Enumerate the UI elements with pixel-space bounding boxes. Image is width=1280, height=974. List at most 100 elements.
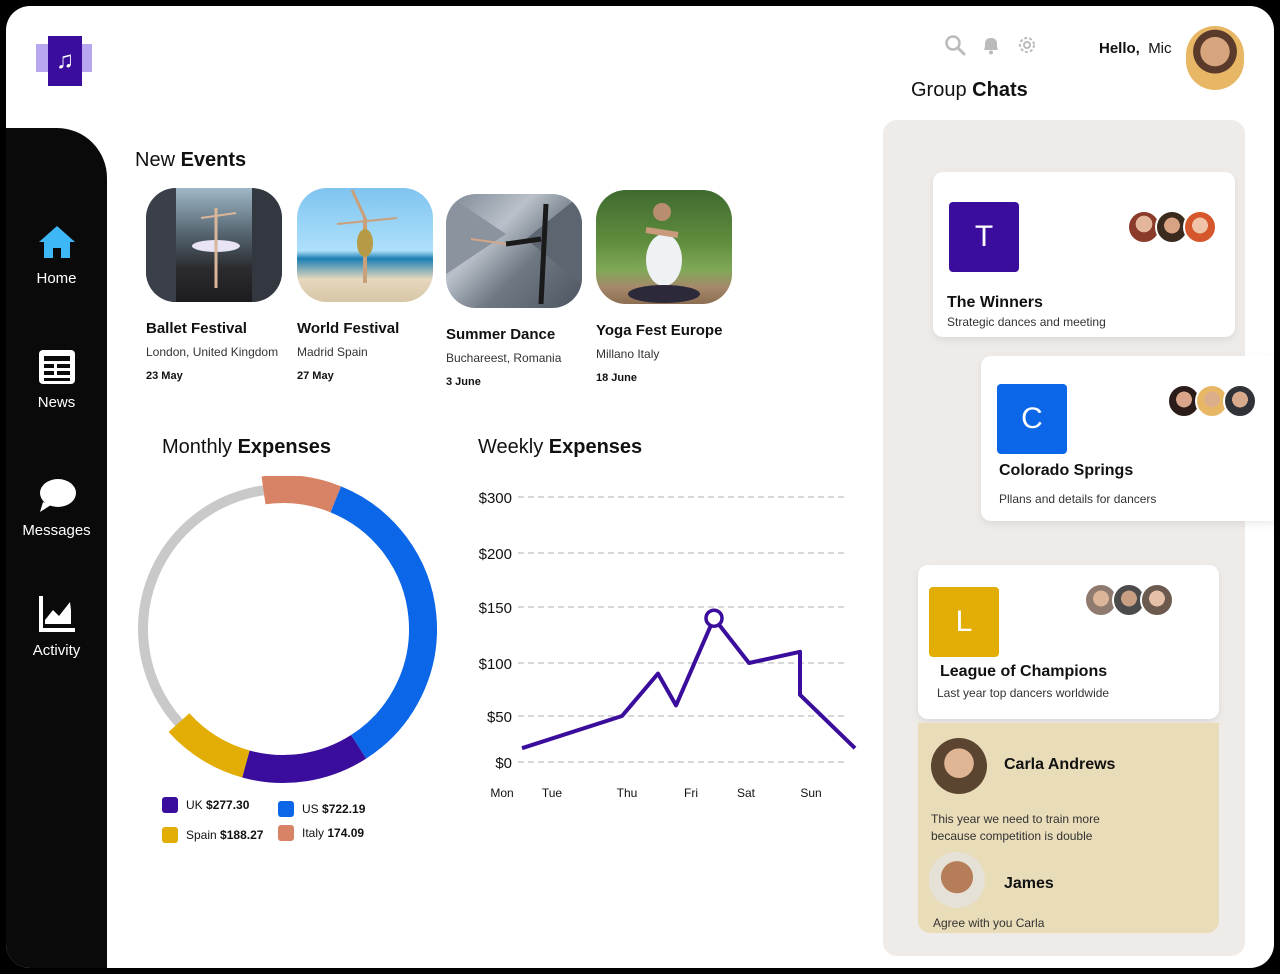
events-title: New Events [135, 149, 246, 172]
y-tick-label: $150 [479, 600, 512, 617]
event-card[interactable]: Summer Dance Buchareest, Romania 3 June [446, 194, 596, 388]
event-card[interactable]: World Festival Madrid Spain 27 May [297, 188, 447, 382]
greeting: Hello, Mic [1099, 40, 1172, 57]
chats-title-regular: Group [911, 79, 967, 101]
donut-segment-us [330, 486, 437, 759]
message-author: James [1004, 875, 1054, 892]
app-window: ♫ Hello, Mic Home News Messages Activity… [6, 6, 1274, 968]
group-card-the-winners[interactable]: T The Winners Strategic dances and meeti… [933, 172, 1235, 337]
y-tick-label: $50 [487, 709, 512, 726]
search-icon[interactable] [944, 34, 966, 56]
donut-segment-uk [242, 734, 367, 783]
y-tick-label: $0 [495, 755, 512, 772]
bell-icon[interactable] [980, 34, 1002, 56]
sidebar-item-label: Home [36, 270, 77, 287]
line-highlight-point[interactable] [704, 608, 724, 628]
weekly-title-bold: Expenses [548, 436, 643, 458]
sidebar: Home News Messages Activity [6, 128, 107, 968]
event-date: 23 May [146, 370, 183, 382]
chat-bubble-icon [39, 479, 76, 512]
weekly-expenses-chart: $300 $200 $150 $100 $50 $0 Mon Tue Thu Fri Sat Sun [479, 490, 857, 800]
legend-item-spain: Spain $188.27 [162, 824, 263, 846]
group-badge: C [997, 384, 1067, 454]
event-image [297, 188, 433, 302]
events-title-regular: New [135, 149, 176, 171]
legend-swatch [162, 827, 178, 843]
donut-segment-spain [168, 713, 250, 778]
message-author: Carla Andrews [1004, 756, 1116, 773]
event-card[interactable]: Ballet Festival London, United Kingdom 2… [146, 188, 296, 382]
events-title-bold: Events [180, 149, 247, 171]
event-name: Yoga Fest Europe [596, 322, 723, 339]
sidebar-item-activity[interactable]: Activity [6, 594, 107, 659]
y-tick-label: $100 [479, 656, 512, 673]
user-avatar[interactable] [1186, 26, 1244, 90]
group-description: Strategic dances and meeting [947, 315, 1106, 329]
group-name: The Winners [947, 294, 1043, 311]
x-tick-label: Tue [542, 786, 563, 800]
legend-swatch [278, 801, 294, 817]
event-name: Summer Dance [446, 326, 556, 343]
legend-label: UK [186, 798, 203, 812]
greeting-label: Hello, [1099, 40, 1140, 57]
event-card[interactable]: Yoga Fest Europe Millano Italy 18 June [596, 190, 746, 384]
legend-value: $188.27 [220, 828, 264, 842]
legend-swatch [278, 825, 294, 841]
member-avatar [1223, 384, 1257, 418]
group-chats-title: Group Chats [911, 79, 1028, 102]
member-avatar [1140, 583, 1174, 617]
weekly-expenses-title: Weekly Expenses [478, 436, 642, 459]
legend-item-italy: Italy 174.09 [278, 822, 365, 844]
y-tick-label: $300 [479, 490, 512, 507]
legend-value: $277.30 [206, 798, 250, 812]
app-logo[interactable]: ♫ [36, 36, 94, 88]
group-name: Colorado Springs [999, 462, 1134, 479]
sidebar-item-news[interactable]: News [6, 348, 107, 411]
sidebar-item-label: Messages [22, 522, 91, 539]
music-note-icon: ♫ [48, 36, 82, 86]
sidebar-item-messages[interactable]: Messages [6, 476, 107, 539]
legend-label: US [302, 802, 319, 816]
monthly-title-regular: Monthly [162, 436, 233, 458]
legend-item-uk: UK $277.30 [162, 794, 263, 816]
sidebar-item-home[interactable]: Home [6, 222, 107, 287]
event-image [446, 194, 582, 308]
gear-icon[interactable] [1016, 34, 1038, 56]
message-avatar [931, 738, 987, 794]
weekly-expenses-line [521, 616, 857, 751]
legend-value: 174.09 [327, 826, 365, 840]
event-location: Millano Italy [596, 347, 660, 361]
sidebar-item-label: Activity [32, 642, 81, 659]
x-tick-label: Thu [617, 786, 638, 800]
monthly-title-bold: Expenses [237, 436, 331, 458]
message-avatar [929, 852, 985, 908]
monthly-expenses-title: Monthly Expenses [162, 436, 331, 459]
event-image [596, 190, 732, 304]
group-name: League of Champions [940, 663, 1108, 680]
monthly-expenses-donut [138, 476, 437, 783]
activity-chart-icon [38, 596, 75, 632]
y-tick-label: $200 [479, 546, 512, 563]
group-description: Last year top dancers worldwide [937, 686, 1110, 700]
group-card-colorado-springs[interactable]: C Colorado Springs Pllans and details fo… [981, 356, 1274, 521]
chats-title-bold: Chats [972, 79, 1028, 101]
event-name: World Festival [297, 320, 400, 337]
home-icon [38, 226, 75, 258]
event-image [146, 188, 282, 302]
x-tick-label: Fri [684, 786, 698, 800]
group-badge: T [949, 202, 1019, 272]
event-date: 18 June [596, 372, 637, 384]
event-date: 3 June [446, 376, 481, 388]
event-location: London, United Kingdom [146, 345, 279, 359]
x-tick-label: Sun [800, 786, 821, 800]
chat-messages: Carla Andrews This year we need to train… [918, 723, 1219, 933]
event-location: Madrid Spain [297, 345, 368, 359]
news-icon [38, 350, 75, 384]
legend-value: $722.19 [322, 802, 366, 816]
x-tick-label: Sat [737, 786, 756, 800]
monthly-legend-right: US $722.19 Italy 174.09 [278, 798, 365, 844]
donut-segment-italy [261, 476, 342, 513]
message-text: This year we need to train more because … [931, 812, 1100, 843]
group-card-league-of-champions[interactable]: L League of Champions Last year top danc… [918, 565, 1219, 719]
weekly-title-regular: Weekly [478, 436, 544, 458]
